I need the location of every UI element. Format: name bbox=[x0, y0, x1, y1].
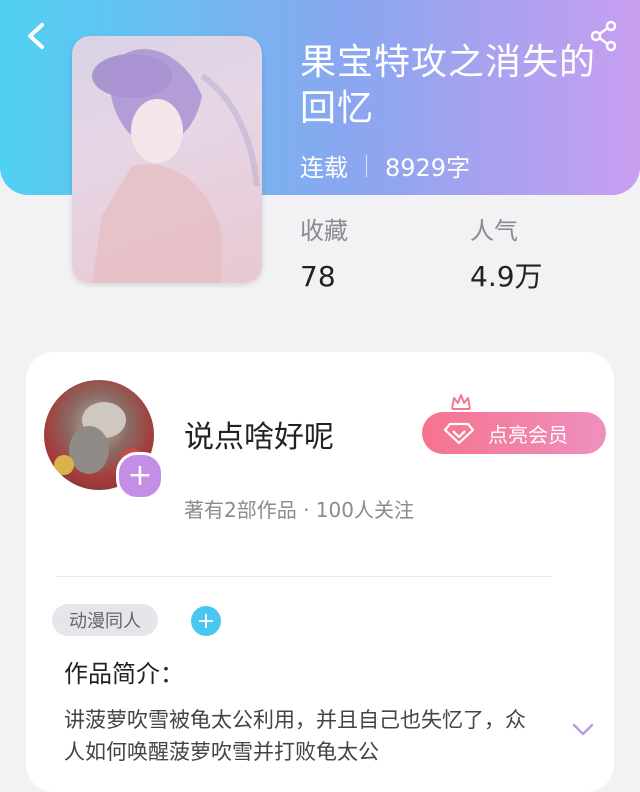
author-info-card: + 说点啥好呢 著有2部作品 · 100人关注 点亮会员 动漫同人 + 作品简介… bbox=[26, 352, 614, 792]
divider bbox=[56, 576, 552, 577]
genre-tag[interactable]: 动漫同人 bbox=[52, 604, 158, 636]
intro-text: 讲菠萝吹雪被龟太公利用，并且自己也失忆了，众人如何唤醒菠萝吹雪并打败龟太公 bbox=[64, 708, 526, 764]
popularity-value: 4.9万 bbox=[470, 260, 543, 293]
book-meta: 连载 8929字 bbox=[300, 148, 470, 183]
favorites-value: 78 bbox=[300, 260, 336, 293]
chevron-down-icon bbox=[572, 723, 594, 736]
diamond-icon bbox=[444, 422, 474, 444]
follow-author-button[interactable]: + bbox=[116, 452, 164, 500]
chevron-left-icon bbox=[28, 23, 44, 49]
popularity-label: 人气 bbox=[470, 217, 518, 245]
member-button-label: 点亮会员 bbox=[488, 422, 568, 447]
book-cover-image[interactable] bbox=[72, 36, 262, 283]
cover-illustration bbox=[92, 49, 260, 283]
meta-divider bbox=[366, 154, 367, 177]
word-count: 8929字 bbox=[385, 154, 471, 182]
author-summary: 著有2部作品 · 100人关注 bbox=[184, 498, 414, 522]
author-name[interactable]: 说点啥好呢 bbox=[184, 412, 334, 456]
favorites-stat: 收藏 78 bbox=[300, 215, 348, 297]
activate-membership-button[interactable]: 点亮会员 bbox=[422, 412, 606, 454]
intro-title: 作品简介： bbox=[64, 660, 184, 688]
add-tag-button[interactable]: + bbox=[191, 606, 221, 636]
back-button[interactable] bbox=[14, 14, 58, 58]
plus-icon: + bbox=[127, 458, 153, 493]
expand-intro-button[interactable] bbox=[568, 718, 598, 742]
serial-status: 连载 bbox=[300, 154, 348, 182]
favorites-label: 收藏 bbox=[300, 217, 348, 245]
popularity-stat: 人气 4.9万 bbox=[470, 215, 543, 297]
book-title: 果宝特攻之消失的回忆 bbox=[300, 42, 597, 129]
plus-icon: + bbox=[196, 608, 216, 634]
